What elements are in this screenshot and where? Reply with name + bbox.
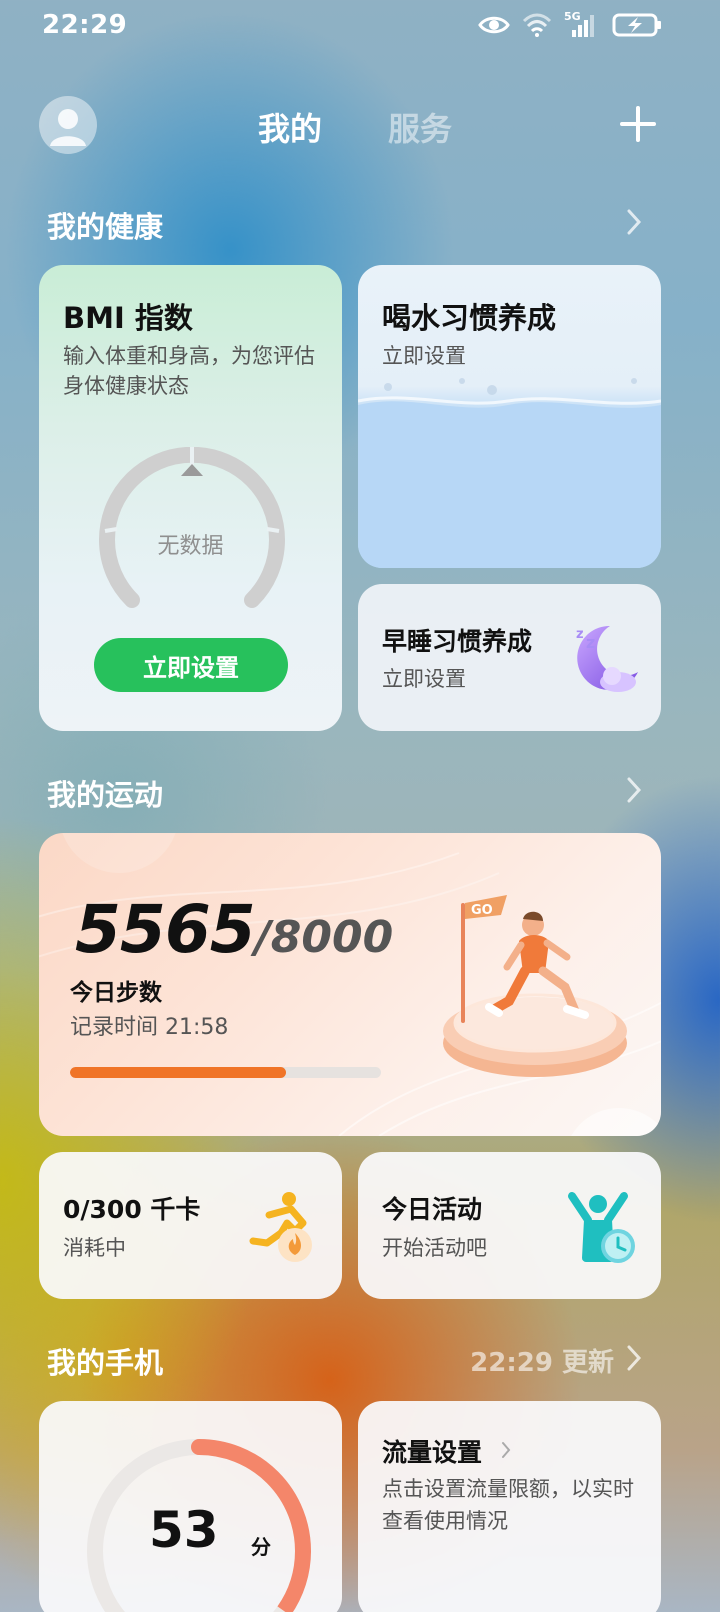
chevron-right-icon[interactable] (624, 776, 644, 804)
water-subtitle: 立即设置 (382, 344, 466, 368)
eye-icon (478, 16, 510, 34)
phone-score-unit: 分 (251, 1535, 271, 1559)
battery-charging-icon (612, 13, 661, 37)
section-title-sport: 我的运动 (47, 778, 164, 812)
sleep-title: 早睡习惯养成 (382, 627, 533, 656)
activity-subtitle: 开始活动吧 (382, 1236, 487, 1260)
steps-progress-bar (70, 1067, 381, 1078)
bmi-no-data: 无数据 (157, 534, 224, 559)
calories-card[interactable]: 0/300 千卡 消耗中 (39, 1152, 342, 1299)
steps-goal: /8000 (254, 912, 394, 963)
steps-progress-fill (70, 1067, 287, 1078)
moon-sleep-icon: z z (576, 625, 638, 692)
bmi-subtitle: 输入体重和身高，为您评估身体健康状态 (63, 344, 315, 398)
bmi-setup-button[interactable]: 立即设置 (94, 638, 288, 692)
wifi-icon (522, 13, 552, 37)
activity-person-clock-icon (568, 1192, 635, 1263)
data-usage-card[interactable]: 流量设置 点击设置流量限额，以实时查看使用情况 (358, 1401, 661, 1612)
steps-label: 今日步数 (70, 980, 162, 1006)
bmi-title: BMI 指数 (63, 301, 193, 335)
svg-text:z: z (576, 627, 584, 642)
water-wave (358, 378, 661, 568)
steps-current: 5565 (75, 891, 256, 968)
chevron-right-icon (502, 1442, 511, 1458)
data-usage-title: 流量设置 (382, 1438, 483, 1467)
data-usage-subtitle: 点击设置流量限额，以实时查看使用情况 (382, 1477, 634, 1533)
signal-icon: 5G (564, 10, 600, 38)
plus-icon[interactable] (620, 106, 656, 142)
water-card[interactable]: 喝水习惯养成 立即设置 (358, 265, 661, 568)
activity-card[interactable]: 今日活动 开始活动吧 (358, 1152, 661, 1299)
sleep-card[interactable]: 早睡习惯养成 立即设置 z z (358, 584, 661, 731)
tab-service[interactable]: 服务 (388, 104, 452, 150)
running-fire-icon (249, 1192, 312, 1262)
tab-mine[interactable]: 我的 (258, 104, 322, 150)
chevron-right-icon[interactable] (624, 208, 644, 236)
svg-text:GO: GO (471, 903, 493, 918)
status-icons: 5G (478, 10, 662, 38)
calories-title: 0/300 千卡 (63, 1195, 201, 1224)
svg-text:z: z (586, 633, 595, 652)
runner-go-flag-illustration: GO (443, 895, 627, 1077)
phone-score-value: 53 (149, 1501, 219, 1559)
activity-title: 今日活动 (382, 1195, 483, 1224)
section-title-health: 我的健康 (47, 210, 164, 244)
section-title-phone: 我的手机 (47, 1346, 164, 1380)
steps-card[interactable]: 5565/8000 今日步数 记录时间 21:58 GO (39, 833, 661, 1136)
chevron-right-icon[interactable] (624, 1344, 644, 1372)
status-time: 22:29 (42, 10, 128, 40)
sleep-subtitle: 立即设置 (382, 667, 466, 691)
steps-count: 5565/8000 (75, 891, 393, 968)
water-title: 喝水习惯养成 (382, 301, 557, 335)
bmi-card[interactable]: BMI 指数 输入体重和身高，为您评估身体健康状态 无数据 立即设置 (39, 265, 342, 731)
steps-record-time: 记录时间 21:58 (70, 1015, 229, 1040)
phone-updated-time: 22:29 更新 (470, 1348, 614, 1378)
phone-score-card[interactable]: 53 分 (39, 1401, 342, 1612)
calories-subtitle: 消耗中 (63, 1236, 126, 1260)
avatar[interactable] (39, 96, 97, 154)
